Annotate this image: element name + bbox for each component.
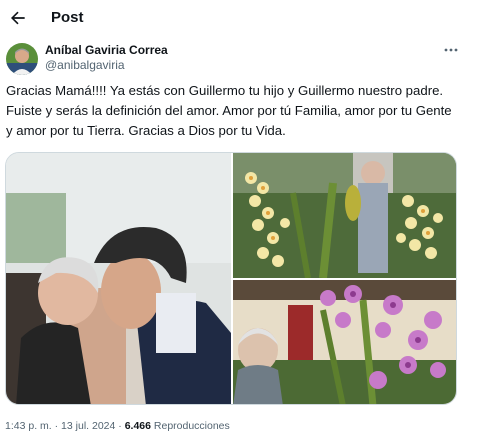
photo-embrace[interactable]	[6, 153, 231, 404]
post-meta: 1:43 p. m. · 13 jul. 2024 · 6.466 Reprod…	[5, 420, 230, 432]
author-block: Aníbal Gaviria Correa @anibalgaviria	[45, 43, 168, 73]
post-time[interactable]: 1:43 p. m.	[5, 420, 52, 432]
meta-separator-2: ·	[118, 420, 122, 432]
author-handle[interactable]: @anibalgaviria	[45, 57, 168, 73]
post-date[interactable]: 13 jul. 2024	[61, 420, 115, 432]
page-title: Post	[51, 9, 84, 26]
view-count-label: Reproducciones	[153, 420, 230, 432]
photo-yellow-orchids[interactable]	[233, 153, 456, 278]
avatar[interactable]	[6, 43, 38, 75]
photo-purple-orchids[interactable]	[233, 280, 456, 404]
arrow-left-icon[interactable]	[8, 8, 28, 28]
author-name[interactable]: Aníbal Gaviria Correa	[45, 43, 168, 57]
post-header: Post	[0, 0, 479, 36]
view-count: 6.466	[124, 420, 151, 432]
more-horizontal-icon[interactable]	[443, 42, 459, 58]
meta-separator: ·	[54, 420, 59, 432]
post-media[interactable]	[5, 152, 457, 405]
post-text: Gracias Mamá!!!! Ya estás con Guillermo …	[6, 83, 452, 138]
